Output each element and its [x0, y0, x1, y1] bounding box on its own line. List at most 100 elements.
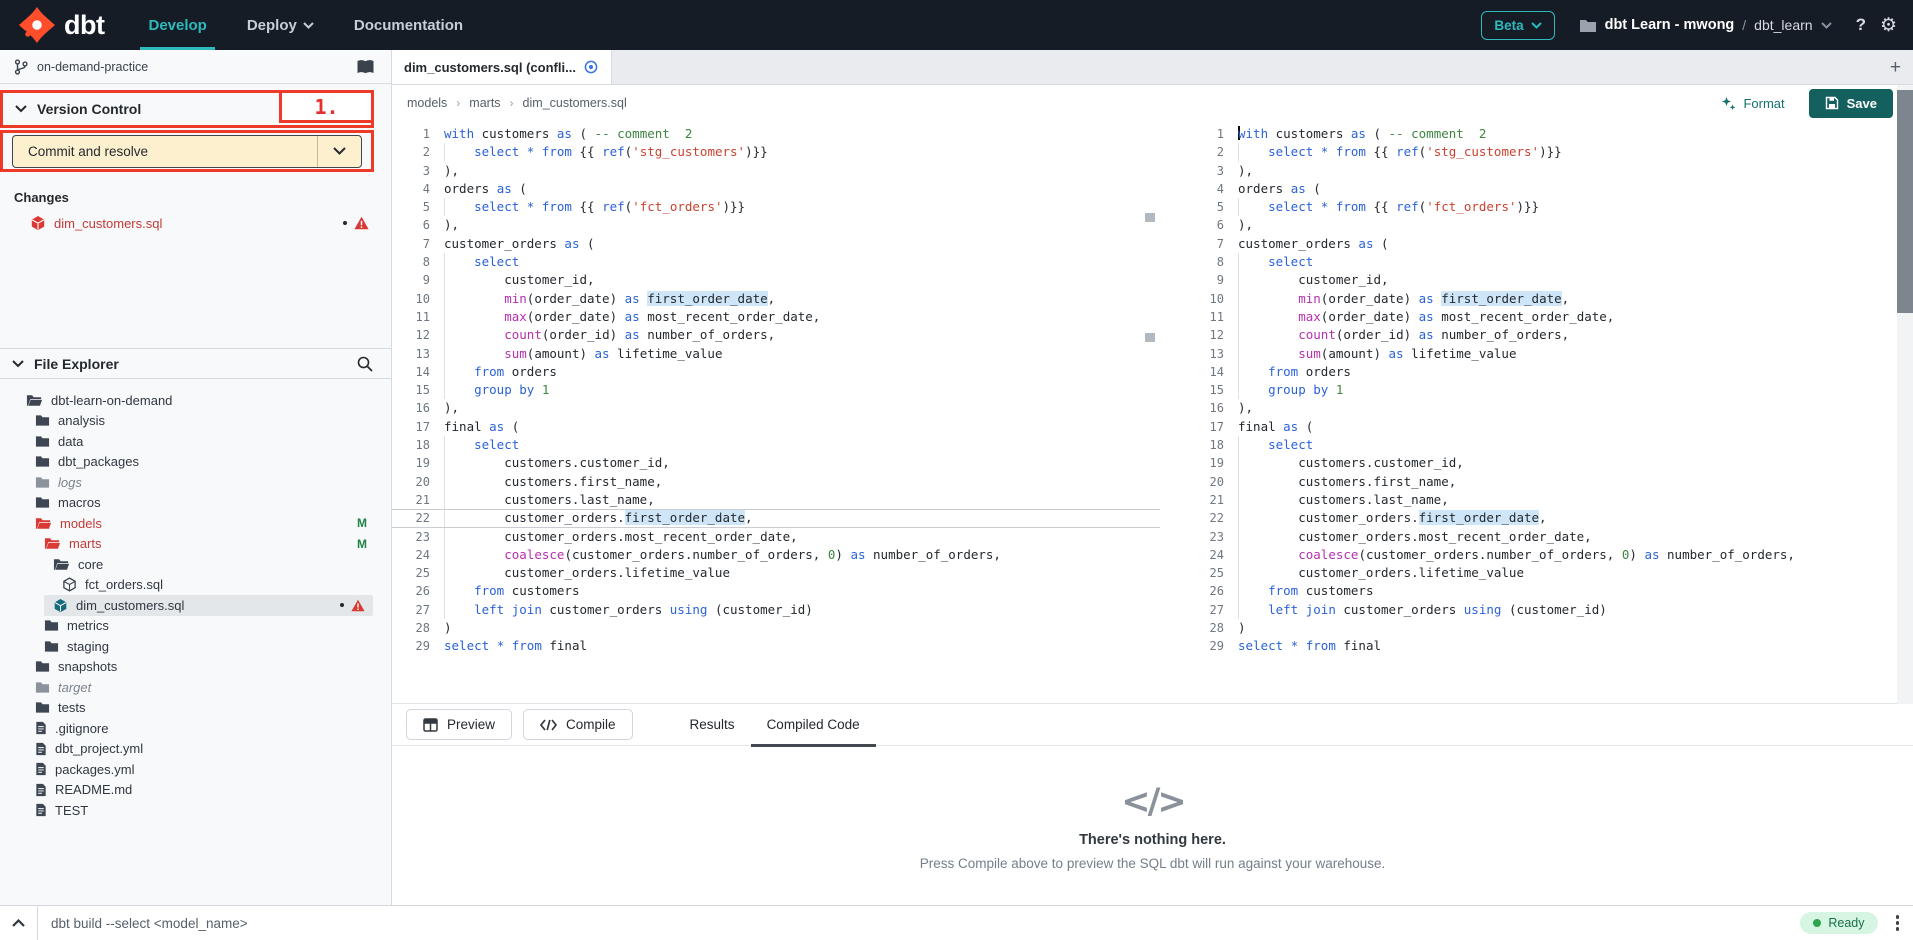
code-line[interactable]: 6),: [392, 216, 1160, 234]
code-line[interactable]: 29select * from final: [392, 637, 1160, 655]
tree-item-dbt-project-yml[interactable]: dbt_project.yml: [0, 739, 391, 760]
tree-item-target[interactable]: target: [0, 677, 391, 698]
tree-item-test[interactable]: TEST: [0, 800, 391, 821]
code-line[interactable]: 25 customer_orders.lifetime_value: [1186, 564, 1896, 582]
command-input[interactable]: dbt build --select <model_name>: [51, 916, 1800, 931]
code-line[interactable]: 26 from customers: [392, 582, 1160, 600]
breadcrumb-marts[interactable]: marts: [469, 96, 500, 110]
commit-dropdown-caret[interactable]: [317, 136, 361, 167]
code-line[interactable]: 7customer_orders as (: [392, 235, 1160, 253]
code-line[interactable]: 1with customers as ( -- comment 2: [1186, 125, 1896, 143]
code-line[interactable]: 28): [392, 619, 1160, 637]
code-line[interactable]: 8 select: [392, 253, 1160, 271]
code-line[interactable]: 9 customer_id,: [392, 271, 1160, 289]
tree-item--gitignore[interactable]: .gitignore: [0, 718, 391, 739]
tree-item-core[interactable]: core: [0, 554, 391, 575]
code-line[interactable]: 3),: [392, 162, 1160, 180]
diff-pane-left[interactable]: 1with customers as ( -- comment 22 selec…: [392, 121, 1160, 703]
code-line[interactable]: 6),: [1186, 216, 1896, 234]
code-line[interactable]: 29select * from final: [1186, 637, 1896, 655]
code-line[interactable]: 4orders as (: [1186, 180, 1896, 198]
code-line[interactable]: 26 from customers: [1186, 582, 1896, 600]
code-line[interactable]: 19 customers.customer_id,: [1186, 454, 1896, 472]
beta-dropdown[interactable]: Beta: [1481, 11, 1554, 40]
code-line[interactable]: 16),: [1186, 399, 1896, 417]
chevron-down-icon[interactable]: [1821, 22, 1832, 29]
code-line[interactable]: 5 select * from {{ ref('fct_orders')}}: [1186, 198, 1896, 216]
nav-deploy[interactable]: Deploy: [247, 0, 314, 50]
code-line[interactable]: 18 select: [1186, 436, 1896, 454]
code-line[interactable]: 21 customers.last_name,: [392, 491, 1160, 509]
code-line[interactable]: 20 customers.first_name,: [392, 473, 1160, 491]
breadcrumb-file[interactable]: dim_customers.sql: [523, 96, 627, 110]
tree-item-analysis[interactable]: analysis: [0, 411, 391, 432]
tree-item-dbt-learn-on-demand[interactable]: dbt-learn-on-demand: [0, 390, 391, 411]
code-line[interactable]: 15 group by 1: [1186, 381, 1896, 399]
tree-item-metrics[interactable]: metrics: [0, 616, 391, 637]
nav-develop[interactable]: Develop: [148, 0, 206, 50]
tree-item-staging[interactable]: staging: [0, 636, 391, 657]
changed-file-row[interactable]: dim_customers.sql: [0, 211, 391, 235]
code-line[interactable]: 16),: [392, 399, 1160, 417]
code-line[interactable]: 11 max(order_date) as most_recent_order_…: [1186, 308, 1896, 326]
code-line[interactable]: 12 count(order_id) as number_of_orders,: [392, 326, 1160, 344]
code-line[interactable]: 5 select * from {{ ref('fct_orders')}}: [392, 198, 1160, 216]
tab-compiled-code[interactable]: Compiled Code: [751, 704, 876, 746]
code-line[interactable]: 4orders as (: [392, 180, 1160, 198]
code-line[interactable]: 15 group by 1: [392, 381, 1160, 399]
preview-button[interactable]: Preview: [406, 709, 512, 740]
scrollbar-thumb[interactable]: [1897, 90, 1913, 313]
code-line[interactable]: 12 count(order_id) as number_of_orders,: [1186, 326, 1896, 344]
tree-item-models[interactable]: modelsM: [0, 513, 391, 534]
code-line[interactable]: 25 customer_orders.lifetime_value: [392, 564, 1160, 582]
code-line[interactable]: 27 left join customer_orders using (cust…: [1186, 601, 1896, 619]
tree-item-logs[interactable]: logs: [0, 472, 391, 493]
code-line[interactable]: 22 customer_orders.first_order_date,: [392, 509, 1160, 527]
code-line[interactable]: 23 customer_orders.most_recent_order_dat…: [392, 528, 1160, 546]
new-tab-button[interactable]: +: [1890, 58, 1901, 77]
branch-row[interactable]: on-demand-practice: [0, 50, 391, 84]
breadcrumb-models[interactable]: models: [407, 96, 447, 110]
overview-scrollbar[interactable]: [1897, 85, 1913, 704]
compile-button[interactable]: Compile: [523, 709, 633, 740]
tree-item-data[interactable]: data: [0, 431, 391, 452]
code-line[interactable]: 24 coalesce(customer_orders.number_of_or…: [392, 546, 1160, 564]
tree-item-tests[interactable]: tests: [0, 698, 391, 719]
code-line[interactable]: 10 min(order_date) as first_order_date,: [392, 290, 1160, 308]
code-line[interactable]: 8 select: [1186, 253, 1896, 271]
tree-item-snapshots[interactable]: snapshots: [0, 657, 391, 678]
code-line[interactable]: 22 customer_orders.first_order_date,: [1186, 509, 1896, 527]
editor-tab-dim-customers[interactable]: dim_customers.sql (confli...: [392, 50, 612, 84]
code-line[interactable]: 1with customers as ( -- comment 2: [392, 125, 1160, 143]
code-line[interactable]: 2 select * from {{ ref('stg_customers')}…: [1186, 143, 1896, 161]
tab-results[interactable]: Results: [674, 704, 751, 746]
code-line[interactable]: 3),: [1186, 162, 1896, 180]
code-line[interactable]: 13 sum(amount) as lifetime_value: [392, 345, 1160, 363]
project-selector[interactable]: dbt_learn: [1754, 17, 1812, 33]
tree-item-readme-md[interactable]: README.md: [0, 780, 391, 801]
format-button[interactable]: Format: [1721, 96, 1784, 111]
code-line[interactable]: 19 customers.customer_id,: [392, 454, 1160, 472]
commit-and-resolve-button[interactable]: Commit and resolve: [12, 135, 362, 168]
code-line[interactable]: 7customer_orders as (: [1186, 235, 1896, 253]
code-line[interactable]: 23 customer_orders.most_recent_order_dat…: [1186, 528, 1896, 546]
tree-item-marts[interactable]: martsM: [0, 534, 391, 555]
code-line[interactable]: 21 customers.last_name,: [1186, 491, 1896, 509]
diff-pane-right[interactable]: 1with customers as ( -- comment 22 selec…: [1186, 121, 1896, 703]
book-icon[interactable]: [356, 59, 375, 75]
code-line[interactable]: 24 coalesce(customer_orders.number_of_or…: [1186, 546, 1896, 564]
tree-item-dbt-packages[interactable]: dbt_packages: [0, 452, 391, 473]
help-icon[interactable]: ?: [1856, 15, 1866, 35]
code-line[interactable]: 28): [1186, 619, 1896, 637]
kebab-menu-icon[interactable]: [1896, 915, 1900, 931]
gear-icon[interactable]: ⚙: [1880, 16, 1897, 35]
search-icon[interactable]: [357, 356, 373, 372]
code-line[interactable]: 27 left join customer_orders using (cust…: [392, 601, 1160, 619]
file-explorer-header[interactable]: File Explorer: [0, 348, 391, 379]
code-line[interactable]: 14 from orders: [1186, 363, 1896, 381]
code-line[interactable]: 11 max(order_date) as most_recent_order_…: [392, 308, 1160, 326]
dbt-logo[interactable]: dbt: [18, 6, 104, 44]
nav-documentation[interactable]: Documentation: [354, 0, 463, 50]
code-line[interactable]: 17final as (: [392, 418, 1160, 436]
code-line[interactable]: 18 select: [392, 436, 1160, 454]
